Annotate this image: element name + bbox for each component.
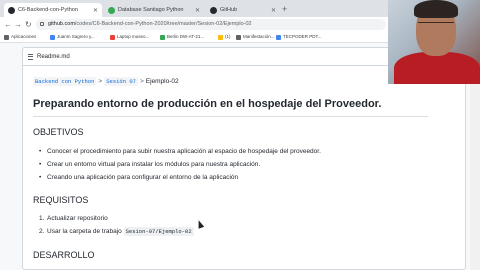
bookmark-label: Aplicaciones [11, 34, 37, 39]
bookmark-item[interactable]: TECPODER PDT... [276, 33, 322, 41]
bookmark-item[interactable]: (1) [218, 33, 231, 41]
presenter-hair [414, 0, 458, 18]
bookmark-item[interactable]: Juanm Sagrero y... [50, 33, 95, 41]
forward-arrow-icon[interactable]: → [14, 19, 22, 30]
new-tab-button[interactable]: + [282, 3, 287, 15]
bullet-icon: • [39, 174, 42, 181]
close-tab-icon[interactable]: ✕ [192, 7, 200, 14]
back-arrow-icon[interactable]: ← [4, 19, 12, 30]
readme-filename: Readme.md [37, 54, 70, 60]
list-item-text: Conocer el procedimiento para subir nues… [47, 148, 321, 155]
webcam-overlay [388, 0, 480, 84]
list-item: • Conocer el procedimiento para subir nue… [39, 148, 321, 155]
list-number: 2. [39, 228, 45, 235]
breadcrumb: Backend con Python > Sesión 07 > Ejemplo-02 [33, 77, 179, 86]
section-heading-requisitos: REQUISITOS [33, 195, 89, 205]
bookmark-item[interactable]: Manifestación... [236, 33, 275, 41]
apps-grid-icon [4, 34, 9, 40]
url-path: /codes/C6-Backend-con-Python-2020/tree/m… [74, 21, 252, 27]
list-item: 1. Actualizar repositorio [39, 215, 108, 222]
bookmark-favicon-icon [160, 34, 165, 40]
lock-icon [40, 22, 44, 26]
tab-database[interactable]: Database Santiago Python ✕ [104, 3, 204, 17]
bookmark-item[interactable]: Berlin DW-AT-21... [160, 33, 204, 41]
list-item-text: Actualizar repositorio [47, 215, 108, 222]
tab-github[interactable]: GitHub ✕ [206, 3, 280, 17]
list-item: • Crear un entorno virtual para instalar … [39, 161, 260, 168]
section-heading-objetivos: OBJETIVOS [33, 127, 84, 137]
section-heading-desarrollo: DESARROLLO [33, 250, 95, 260]
url-field[interactable]: github.com/codes/C6-Backend-con-Python-2… [36, 19, 386, 30]
inline-code: Sesion-07/Ejemplo-02 [123, 227, 194, 236]
bookmark-favicon-icon [110, 34, 115, 40]
page-title: Preparando entorno de producción en el h… [33, 98, 382, 110]
reload-icon[interactable]: ↻ [25, 19, 32, 30]
close-tab-icon[interactable]: ✕ [268, 7, 276, 14]
bookmark-label: Laptop museo... [117, 34, 150, 39]
bookmark-favicon-icon [218, 34, 223, 40]
tab-backend-python[interactable]: C6-Backend-con-Python ✕ [4, 3, 102, 17]
presenter-glasses [418, 22, 454, 30]
list-item-text: Usar la carpeta de trabajo [47, 228, 122, 235]
list-item-text: Creando una aplicación para configurar e… [47, 174, 239, 181]
list-number: 1. [39, 215, 45, 222]
bookmark-label: Juanm Sagrero y... [57, 34, 95, 39]
bullet-icon: • [39, 161, 42, 168]
breadcrumb-separator: > [139, 78, 144, 85]
tab-label: Database Santiago Python [118, 7, 184, 13]
list-item-text: Crear un entorno virtual para instalar l… [47, 161, 261, 168]
bookmark-item[interactable]: Laptop museo... [110, 33, 149, 41]
github-favicon-icon [210, 6, 217, 14]
breadcrumb-current: Ejemplo-02 [145, 78, 179, 85]
tab-label: C6-Backend-con-Python [18, 7, 78, 13]
github-favicon-icon [8, 6, 15, 14]
bookmark-favicon-icon [236, 34, 241, 40]
bookmark-label: Manifestación... [243, 34, 275, 39]
bookmark-favicon-icon [276, 34, 281, 40]
bookmark-label: Berlin DW-AT-21... [167, 34, 205, 39]
sheets-favicon-icon [108, 6, 115, 14]
breadcrumb-link-backend[interactable]: Backend con Python [33, 77, 97, 86]
bookmark-label: (1) [225, 34, 231, 39]
close-tab-icon[interactable]: ✕ [90, 7, 98, 14]
list-item: • Creando una aplicación para configurar … [39, 174, 238, 181]
bookmark-apps[interactable]: Aplicaciones [4, 33, 36, 41]
list-icon[interactable] [28, 54, 33, 60]
bookmark-favicon-icon [50, 34, 55, 40]
list-item: 2. Usar la carpeta de trabajo Sesion-07/E… [39, 227, 194, 236]
title-divider [33, 116, 428, 117]
bookmark-label: TECPODER PDT... [283, 34, 322, 39]
url-host: github.com [48, 21, 75, 27]
breadcrumb-link-sesion[interactable]: Sesión 07 [104, 77, 138, 86]
tab-label: GitHub [220, 7, 238, 13]
presenter-shirt [394, 52, 480, 84]
bullet-icon: • [39, 148, 42, 155]
